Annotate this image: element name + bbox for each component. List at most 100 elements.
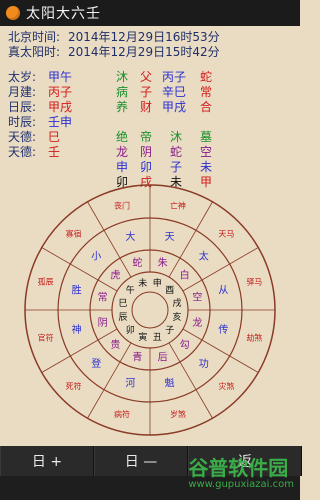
watermark-url: www.gupuxiazai.com <box>188 479 294 490</box>
outer-ring-label: 官符 <box>38 333 54 343</box>
outer-ring-label: 岁煞 <box>170 409 186 419</box>
pillars-list: 太岁: 甲午 月建: 丙子 日辰: 甲戌 时辰: 壬申 天德: 巳 天德: 壬 <box>8 70 98 160</box>
inner-ring-label: 青 <box>132 351 142 364</box>
solar-time-value: 2014年12月29日15时42分 <box>68 45 220 59</box>
center-ring-label: 辰 <box>118 312 127 323</box>
inner-ring-label: 白 <box>180 269 190 282</box>
grid-cell: 子 <box>169 160 182 174</box>
mid-ring-label: 太 <box>199 250 209 263</box>
grid-cell: 辛巳 <box>161 85 186 99</box>
center-ring-label: 巳 <box>118 298 127 309</box>
grid-cell: 丙子 <box>161 70 186 84</box>
mid-ring-label: 河 <box>125 378 135 390</box>
outer-ring-label: 亡神 <box>170 200 186 210</box>
mid-ring-label: 功 <box>199 358 209 370</box>
inner-ring-label: 勾 <box>180 338 190 351</box>
inner-ring-label: 虎 <box>110 270 120 282</box>
liuren-wheel: 亡神天马驿马劫煞灾煞岁煞 病符 死符 官符 孤辰 寡宿 丧门 天太从传功魁 河 登 神 胜 小 大 朱白… <box>24 184 276 436</box>
mid-ring-label: 传 <box>218 324 228 336</box>
center-ring-label: 未 <box>138 277 147 289</box>
pillar-value: 壬申 <box>48 115 73 129</box>
center-ring-label: 酉 <box>165 285 174 296</box>
core-ring <box>111 271 189 349</box>
center-ring-label: 申 <box>153 277 162 289</box>
pillar-value: 甲午 <box>48 70 73 84</box>
mid-ring-label: 大 <box>125 230 135 243</box>
app-icon <box>6 6 20 20</box>
day-plus-button[interactable]: 日 + <box>0 446 94 476</box>
grid-cell: 帝 <box>139 130 152 144</box>
day-minus-button[interactable]: 日 — <box>94 446 188 476</box>
solar-time-row: 真太阳时: 2014年12月29日15时42分 <box>8 45 220 60</box>
grid-cell: 合 <box>199 100 212 114</box>
center-ring-label: 卯 <box>126 325 135 336</box>
inner-ring-label: 龙 <box>192 316 202 329</box>
title-bar: 太阳大六壬 <box>0 0 300 26</box>
pillar-label: 天德: <box>8 130 37 144</box>
inner-ring-label: 朱 <box>158 257 168 269</box>
center-ring-label: 寅 <box>138 331 147 343</box>
center-ring <box>131 291 169 329</box>
outer-ring-label: 劫煞 <box>246 333 262 343</box>
grid-cell: 甲戌 <box>161 100 186 114</box>
pillar-row: 日辰: 甲戌 <box>8 100 98 115</box>
grid-cell: 空 <box>199 145 212 159</box>
inner-ring-label: 蛇 <box>132 256 142 269</box>
pillar-label: 太岁: <box>8 70 37 84</box>
bottom-toolbar: 日 + 日 — 返 谷普软件园 www.gupuxiazai.com <box>0 446 302 500</box>
pillar-row: 天德: 壬 <box>8 145 98 160</box>
inner-ring-label: 后 <box>158 352 168 364</box>
time-info: 北京时间: 2014年12月29日16时53分 真太阳时: 2014年12月29… <box>8 30 220 60</box>
outer-ring-label: 死符 <box>66 381 82 391</box>
pillar-value: 壬 <box>48 145 61 159</box>
center-ring-label: 戌 <box>173 297 182 309</box>
pillar-row: 天德: 巳 <box>8 130 98 145</box>
beijing-time-row: 北京时间: 2014年12月29日16时53分 <box>8 30 220 45</box>
outer-ring-label: 丧门 <box>114 200 130 210</box>
mid-ring-label: 登 <box>91 357 101 370</box>
center-labels: 申酉戌亥子丑寅卯辰巳午未 <box>118 277 181 343</box>
inner-ring-label: 阴 <box>98 317 108 329</box>
mid-ring-label: 魁 <box>165 377 175 390</box>
outer-ring-label: 驿马 <box>246 278 262 287</box>
center-ring-label: 丑 <box>153 332 162 343</box>
grid-cell: 常 <box>199 85 212 99</box>
pillar-row: 时辰: 壬申 <box>8 115 98 130</box>
pillar-label: 时辰: <box>8 115 37 129</box>
grid-cell: 蛇 <box>199 70 212 84</box>
pillar-value: 巳 <box>48 130 61 144</box>
center-ring-label: 午 <box>126 284 135 296</box>
grid-cell: 墓 <box>199 130 212 144</box>
pillar-value: 丙子 <box>48 85 73 99</box>
mid-ring-label: 胜 <box>72 285 82 297</box>
grid-cell: 沐 <box>169 130 182 144</box>
inner-ring-label: 空 <box>192 291 202 304</box>
mid-ring-label: 从 <box>218 286 228 297</box>
pillar-row: 太岁: 甲午 <box>8 70 98 85</box>
solar-time-label: 真太阳时: <box>8 45 61 59</box>
beijing-time-label: 北京时间: <box>8 30 61 44</box>
wheel-spokes <box>25 185 275 435</box>
inner-ring-label: 贵 <box>110 338 120 351</box>
grid-cell: 未 <box>199 160 212 174</box>
inner-ring-label: 常 <box>98 291 108 304</box>
pillar-row: 月建: 丙子 <box>8 85 98 100</box>
grid-cell: 蛇 <box>169 145 182 159</box>
grid-cell: 阴 <box>139 145 152 159</box>
pillar-label: 天德: <box>8 145 37 159</box>
outer-ring-label: 寡宿 <box>66 228 82 238</box>
center-ring-label: 亥 <box>173 311 182 323</box>
outer-ring-label: 天马 <box>218 229 234 238</box>
outer-ring-label: 灾煞 <box>218 381 234 391</box>
watermark: 谷普软件园 www.gupuxiazai.com <box>188 452 294 490</box>
mid-ring-label: 天 <box>165 232 175 243</box>
pillar-label: 日辰: <box>8 100 37 114</box>
beijing-time-value: 2014年12月29日16时53分 <box>68 30 220 44</box>
app-title: 太阳大六壬 <box>26 6 101 22</box>
watermark-brand: 谷普软件园 <box>188 456 289 480</box>
outer-ring-label: 病符 <box>114 409 130 419</box>
grid-cell: 卯 <box>139 160 152 174</box>
outer-ring-label: 孤辰 <box>38 277 54 287</box>
mid-ring-label: 神 <box>72 323 82 336</box>
pillar-value: 甲戌 <box>48 100 73 114</box>
